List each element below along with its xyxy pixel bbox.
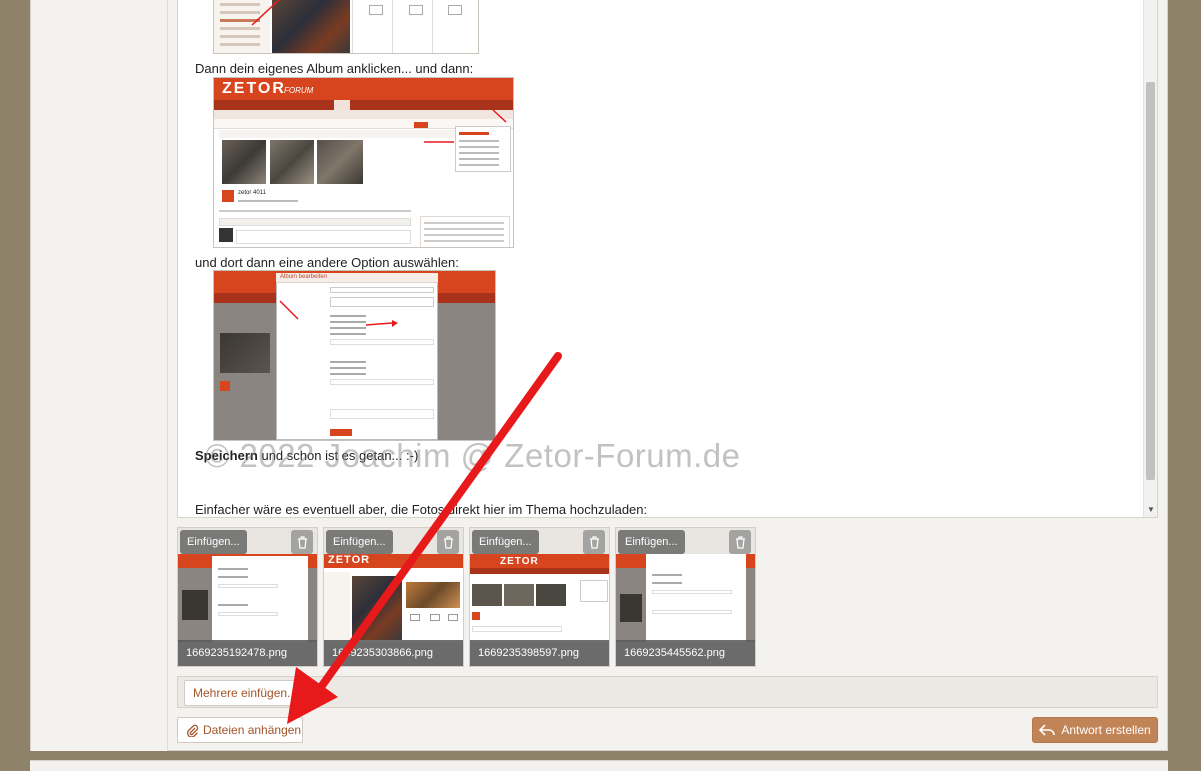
editor-scrollbar[interactable]: ▼ [1143, 0, 1157, 517]
paperclip-icon [187, 724, 199, 737]
scroll-down-arrow-icon[interactable]: ▼ [1147, 505, 1155, 514]
reply-submit-label: Antwort erstellen [1061, 723, 1151, 737]
embedded-screenshot-album-page: ZETOR FORUM zetor 4011 [213, 77, 514, 248]
thumbnail-logo: ZETOR [328, 554, 371, 566]
scrollbar-thumb[interactable] [1146, 82, 1155, 480]
editor-text-line: Einfacher wäre es eventuell aber, die Fo… [195, 502, 648, 517]
attachment-filename: 1669235303866.png [324, 640, 463, 666]
watermark-text: © 2022 Joachim @ Zetor-Forum.de [205, 437, 741, 474]
attach-files-label: Dateien anhängen [203, 723, 302, 737]
reply-submit-button[interactable]: Antwort erstellen [1032, 717, 1158, 743]
trash-icon[interactable] [583, 530, 605, 554]
attachment-filename: 1669235192478.png [178, 640, 317, 666]
editor-text-line: Dann dein eigenes Album anklicken... und… [195, 61, 474, 76]
insert-multiple-bar: Mehrere einfügen... [177, 676, 1158, 708]
insert-attachment-button[interactable]: Einfügen... [618, 530, 685, 554]
attach-files-button[interactable]: Dateien anhängen [177, 717, 303, 743]
user-sidebar-column [31, 0, 168, 751]
embedded-screenshot-edit-dialog: Album bearbeiten [213, 270, 496, 441]
editor-text-line: und dort dann eine andere Option auswähl… [195, 255, 459, 270]
trash-icon[interactable] [729, 530, 751, 554]
attachment-tile[interactable]: Einfügen... 1669235445562.png [615, 527, 756, 667]
trash-icon[interactable] [291, 530, 313, 554]
attachment-tile[interactable]: ZETOR Einfügen... 1669235303866.png [323, 527, 464, 667]
attachment-tile[interactable]: ZETOR Einfügen... 1669235398597.png [469, 527, 610, 667]
trash-icon[interactable] [437, 530, 459, 554]
attachment-thumbnail [616, 554, 755, 642]
thumbnail-logo: ZETOR [500, 556, 539, 567]
screenshot-user: zetor 4011 [238, 190, 266, 196]
insert-multiple-button[interactable]: Mehrere einfügen... [184, 680, 307, 706]
attachment-filename: 1669235398597.png [470, 640, 609, 666]
attachment-thumbnail [178, 554, 317, 642]
red-arrow-annotation [279, 300, 398, 327]
red-arrow-annotation [251, 0, 281, 26]
reply-icon [1039, 724, 1056, 736]
attachment-thumbnail: ZETOR [324, 554, 463, 642]
embedded-screenshot-album-list [213, 0, 479, 54]
attachment-thumbnail: ZETOR [470, 554, 609, 642]
insert-attachment-button[interactable]: Einfügen... [472, 530, 539, 554]
attachment-filename: 1669235445562.png [616, 640, 755, 666]
attachment-tile[interactable]: Einfügen... 1669235192478.png [177, 527, 318, 667]
insert-attachment-button[interactable]: Einfügen... [180, 530, 247, 554]
next-section-strip [30, 760, 1168, 771]
insert-attachment-button[interactable]: Einfügen... [326, 530, 393, 554]
